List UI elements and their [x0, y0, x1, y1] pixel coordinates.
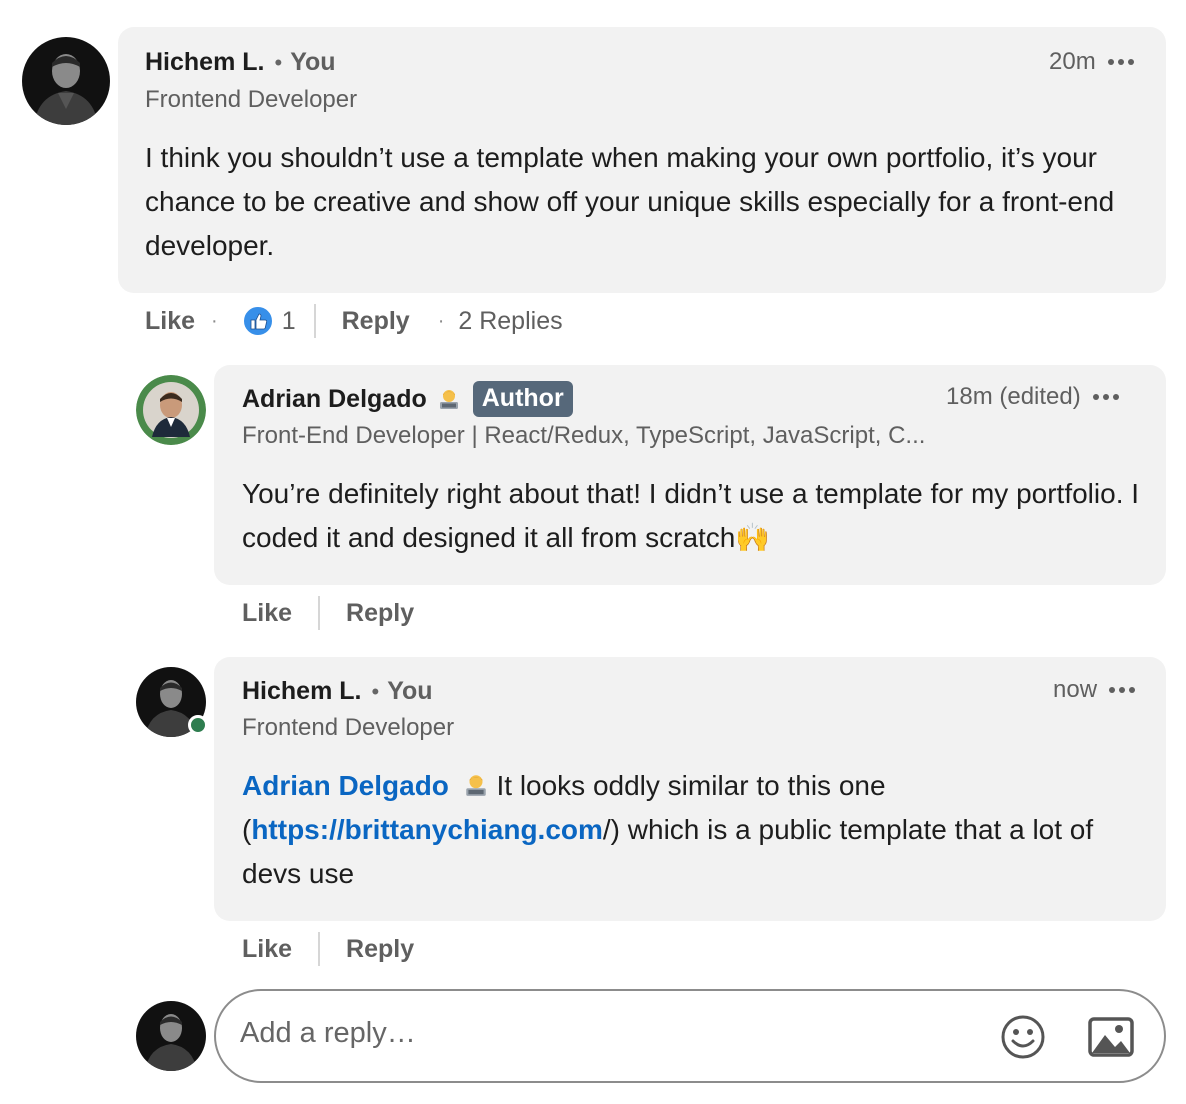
- technologist-emoji-icon: [463, 767, 489, 796]
- you-label: You: [387, 677, 433, 705]
- action-divider: [318, 596, 321, 630]
- more-options-icon[interactable]: [1107, 59, 1134, 65]
- reply-author-row: Hichem L. • You: [242, 677, 433, 706]
- reply-time: now: [1053, 676, 1098, 703]
- reply-actions: Like Reply: [242, 932, 414, 966]
- avatar-hichem[interactable]: [136, 667, 208, 737]
- like-button[interactable]: Like: [242, 935, 292, 964]
- comment-actions: Like · 1 Reply · 2 Replies: [145, 304, 563, 338]
- comment-author-name[interactable]: Hichem L.: [145, 48, 264, 77]
- thumbs-up-reaction-icon[interactable]: [241, 305, 274, 337]
- reply-meta: 18m (edited): [946, 383, 1119, 411]
- action-divider: [318, 932, 321, 966]
- reaction-count[interactable]: 1: [282, 307, 296, 336]
- reply-author-row: Adrian Delgado Author: [242, 381, 573, 417]
- action-dot: ·: [437, 309, 445, 332]
- bullet-separator: •: [371, 678, 380, 704]
- reply-input[interactable]: [240, 1017, 940, 1050]
- reply-author-headline: Frontend Developer: [242, 714, 455, 741]
- action-dot: ·: [211, 309, 218, 332]
- reply-author-headline: Front-End Developer | React/Redux, TypeS…: [242, 422, 926, 449]
- like-button[interactable]: Like: [145, 307, 195, 336]
- you-label: You: [290, 48, 336, 76]
- replies-count-link[interactable]: 2 Replies: [458, 307, 562, 336]
- mention-link[interactable]: Adrian Delgado: [242, 770, 449, 801]
- more-options-icon[interactable]: [1092, 394, 1119, 400]
- avatar-adrian[interactable]: [136, 375, 206, 445]
- more-options-icon[interactable]: [1109, 687, 1136, 693]
- current-user-avatar: [136, 1001, 206, 1071]
- reply-author-name[interactable]: Adrian Delgado: [242, 385, 427, 414]
- reply-meta: now: [1053, 676, 1136, 704]
- smiley-icon[interactable]: [1000, 1014, 1046, 1065]
- reply-author-name[interactable]: Hichem L.: [242, 677, 361, 706]
- action-divider: [313, 304, 316, 338]
- comment-meta: 20m: [1049, 48, 1134, 76]
- bullet-separator: •: [274, 49, 283, 75]
- reply-button[interactable]: Reply: [346, 599, 414, 628]
- reply-composer: [214, 989, 1166, 1083]
- external-link[interactable]: https://brittanychiang.com: [251, 814, 603, 845]
- image-icon[interactable]: [1088, 1017, 1134, 1062]
- technologist-emoji-icon: [437, 387, 461, 411]
- comment-text: I think you shouldn’t use a template whe…: [145, 142, 1115, 261]
- reply-actions: Like Reply: [242, 596, 414, 630]
- reply-text: You’re definitely right about that! I di…: [242, 478, 1140, 553]
- reply-text: Adrian Delgado It looks oddly similar to…: [242, 764, 1142, 896]
- comment-author-headline: Frontend Developer: [145, 86, 358, 113]
- like-button[interactable]: Like: [242, 599, 292, 628]
- reply-button[interactable]: Reply: [342, 307, 410, 336]
- online-status-indicator: [188, 715, 208, 735]
- reply-button[interactable]: Reply: [346, 935, 414, 964]
- author-badge: Author: [472, 381, 573, 417]
- reply-time: 18m (edited): [946, 383, 1081, 410]
- avatar-hichem[interactable]: [22, 37, 110, 125]
- comment-author-row: Hichem L. • You: [145, 48, 336, 77]
- comment-time: 20m: [1049, 48, 1096, 75]
